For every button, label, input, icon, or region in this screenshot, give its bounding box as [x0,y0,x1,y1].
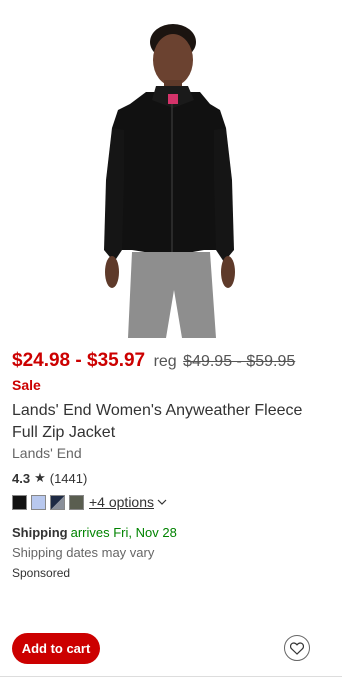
chevron-down-icon[interactable] [157,497,167,507]
shipping-arrival: arrives Fri, Nov 28 [70,525,177,540]
sponsored-label: Sponsored [12,566,71,580]
star-icon: ★ [34,470,46,485]
color-swatch-black[interactable] [12,494,27,510]
rating[interactable]: 4.3 ★ (1441) [12,470,87,486]
more-options-link[interactable]: +4 options [89,494,154,510]
color-swatches: +4 options [12,494,167,510]
product-image[interactable] [60,0,282,338]
color-swatch-olive[interactable] [69,494,84,510]
product-title[interactable]: Lands' End Women's Anyweather Fleece Ful… [12,400,330,444]
reg-label: reg [153,353,177,370]
color-swatch-navy[interactable] [50,494,65,510]
product-brand[interactable]: Lands' End [12,445,82,461]
favorite-button[interactable] [284,635,310,661]
add-to-cart-button[interactable]: Add to cart [12,633,100,664]
color-swatch-light-blue[interactable] [31,494,46,510]
product-card: $24.98 - $35.97 reg $49.95 - $59.95 Sale… [0,0,342,681]
divider [0,676,342,677]
shipping-label: Shipping [12,525,68,540]
rating-count: (1441) [49,470,88,486]
price-row: $24.98 - $35.97 reg $49.95 - $59.95 [12,350,295,372]
heart-icon [290,641,304,655]
sale-badge: Sale [12,377,41,393]
shipping-note: Shipping dates may vary [12,545,155,560]
price-range: $24.98 - $35.97 [12,350,146,371]
rating-value: 4.3 [12,470,31,486]
shipping-info: Shipping arrives Fri, Nov 28 [12,525,177,540]
reg-price: $49.95 - $59.95 [183,353,296,370]
